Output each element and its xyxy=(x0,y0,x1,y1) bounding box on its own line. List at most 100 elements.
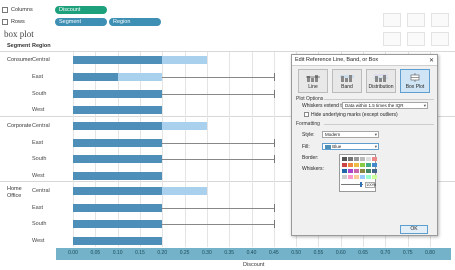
color-swatch[interactable] xyxy=(360,157,365,161)
box-lower-quartile xyxy=(73,122,163,130)
region-label: West xyxy=(32,173,45,179)
box-upper-quartile xyxy=(162,56,207,64)
type-boxplot-button[interactable]: Box Plot xyxy=(400,69,430,93)
gridline xyxy=(206,52,208,247)
show-me-thumbnail[interactable] xyxy=(383,32,401,46)
box-plot-icon xyxy=(410,73,420,82)
color-swatch[interactable] xyxy=(372,169,377,173)
close-icon[interactable]: ✕ xyxy=(429,57,434,64)
box-lower-quartile xyxy=(73,139,163,147)
type-band-label: Band xyxy=(341,84,353,90)
whisker-line xyxy=(162,159,274,160)
segment-header: Segment xyxy=(7,43,31,49)
box-lower-quartile xyxy=(73,155,163,163)
color-swatch[interactable] xyxy=(354,157,359,161)
color-swatch[interactable] xyxy=(366,169,371,173)
segment-label-consumer: Consumer xyxy=(7,57,33,63)
rows-pill-region[interactable]: Region xyxy=(109,17,161,26)
rows-shelf: Rows Segment Region xyxy=(0,16,163,27)
rows-icon xyxy=(2,18,8,25)
x-tick-label: 0.20 xyxy=(157,250,168,256)
color-swatch[interactable] xyxy=(360,169,365,173)
gridline xyxy=(273,52,275,247)
region-label: East xyxy=(32,140,44,146)
hide-marks-checkbox[interactable] xyxy=(304,112,309,117)
color-swatch[interactable] xyxy=(348,169,353,173)
color-swatch[interactable] xyxy=(354,175,359,179)
color-swatch[interactable] xyxy=(360,163,365,167)
show-me-thumbnail[interactable] xyxy=(431,13,449,27)
whisker-line xyxy=(162,77,274,78)
x-axis-title: Discount xyxy=(243,262,265,268)
color-swatch[interactable] xyxy=(366,157,371,161)
columns-shelf: Columns Discount xyxy=(0,4,109,15)
x-tick-label: 0.05 xyxy=(90,250,101,256)
type-line-button[interactable]: Line xyxy=(298,69,328,93)
region-label: West xyxy=(32,238,45,244)
whisker-cap xyxy=(273,139,275,147)
show-me-thumbnail[interactable] xyxy=(407,32,425,46)
color-swatch[interactable] xyxy=(366,163,371,167)
x-tick-label: 0.70 xyxy=(380,250,391,256)
section-divider xyxy=(324,99,434,100)
style-select[interactable]: Modern ▾ xyxy=(322,131,379,138)
region-header: Region xyxy=(32,43,51,49)
color-swatch[interactable] xyxy=(348,175,353,179)
columns-pill-discount[interactable]: Discount xyxy=(55,5,107,14)
x-tick-label: 0.40 xyxy=(246,250,257,256)
type-distribution-label: Distribution xyxy=(368,84,394,90)
rows-pill-segment[interactable]: Segment xyxy=(55,17,107,26)
show-me-thumbnail[interactable] xyxy=(431,32,449,46)
dialog-title: Edit Reference Line, Band, or Box xyxy=(292,55,437,66)
color-swatch[interactable] xyxy=(372,175,377,179)
color-swatch[interactable] xyxy=(342,163,347,167)
gridline xyxy=(184,52,186,247)
region-label: East xyxy=(32,205,44,211)
x-tick-label: 0.55 xyxy=(313,250,324,256)
distribution-icon xyxy=(374,74,388,82)
chevron-down-icon: ▾ xyxy=(374,132,377,137)
show-me-thumbnail[interactable] xyxy=(407,13,425,27)
whiskers-extend-value: Data within 1.5 times the IQR xyxy=(345,103,404,108)
whiskers-extend-select[interactable]: Data within 1.5 times the IQR ▾ xyxy=(342,102,428,109)
color-swatch[interactable] xyxy=(372,157,377,161)
opacity-slider-handle[interactable] xyxy=(360,182,362,187)
box-lower-quartile xyxy=(73,187,163,195)
region-label: West xyxy=(32,107,45,113)
box-lower-quartile xyxy=(73,220,163,228)
color-swatch[interactable] xyxy=(348,163,353,167)
ok-button[interactable]: OK xyxy=(400,225,428,234)
color-swatch[interactable] xyxy=(366,175,371,179)
whisker-line xyxy=(162,94,274,95)
type-band-button[interactable]: Band xyxy=(332,69,362,93)
box-lower-quartile xyxy=(73,106,163,114)
type-boxplot-label: Box Plot xyxy=(405,84,425,90)
region-label: Central xyxy=(32,57,50,63)
fill-swatch xyxy=(325,144,331,149)
color-swatch[interactable] xyxy=(360,175,365,179)
style-label: Style: xyxy=(302,132,315,138)
fill-value: Blue xyxy=(332,144,342,149)
color-swatch[interactable] xyxy=(354,163,359,167)
whisker-line xyxy=(162,143,274,144)
whisker-line xyxy=(162,208,274,209)
color-swatch[interactable] xyxy=(342,157,347,161)
opacity-value[interactable]: 100% xyxy=(365,182,376,188)
color-swatch[interactable] xyxy=(342,175,347,179)
color-swatch[interactable] xyxy=(372,163,377,167)
color-swatch[interactable] xyxy=(342,169,347,173)
type-distribution-button[interactable]: Distribution xyxy=(366,69,396,93)
color-swatch[interactable] xyxy=(348,157,353,161)
gridline xyxy=(229,52,231,247)
gridline xyxy=(117,52,119,247)
show-me-thumbnail[interactable] xyxy=(383,13,401,27)
whisker-cap xyxy=(273,220,275,228)
type-line-label: Line xyxy=(308,84,318,90)
fill-label: Fill: xyxy=(302,144,310,150)
whiskers-format-label: Whiskers: xyxy=(302,166,324,172)
columns-icon xyxy=(2,6,8,13)
fill-select[interactable]: Blue ▾ xyxy=(322,143,379,150)
gridline xyxy=(162,52,164,247)
header-divider xyxy=(0,51,455,52)
color-swatch[interactable] xyxy=(354,169,359,173)
